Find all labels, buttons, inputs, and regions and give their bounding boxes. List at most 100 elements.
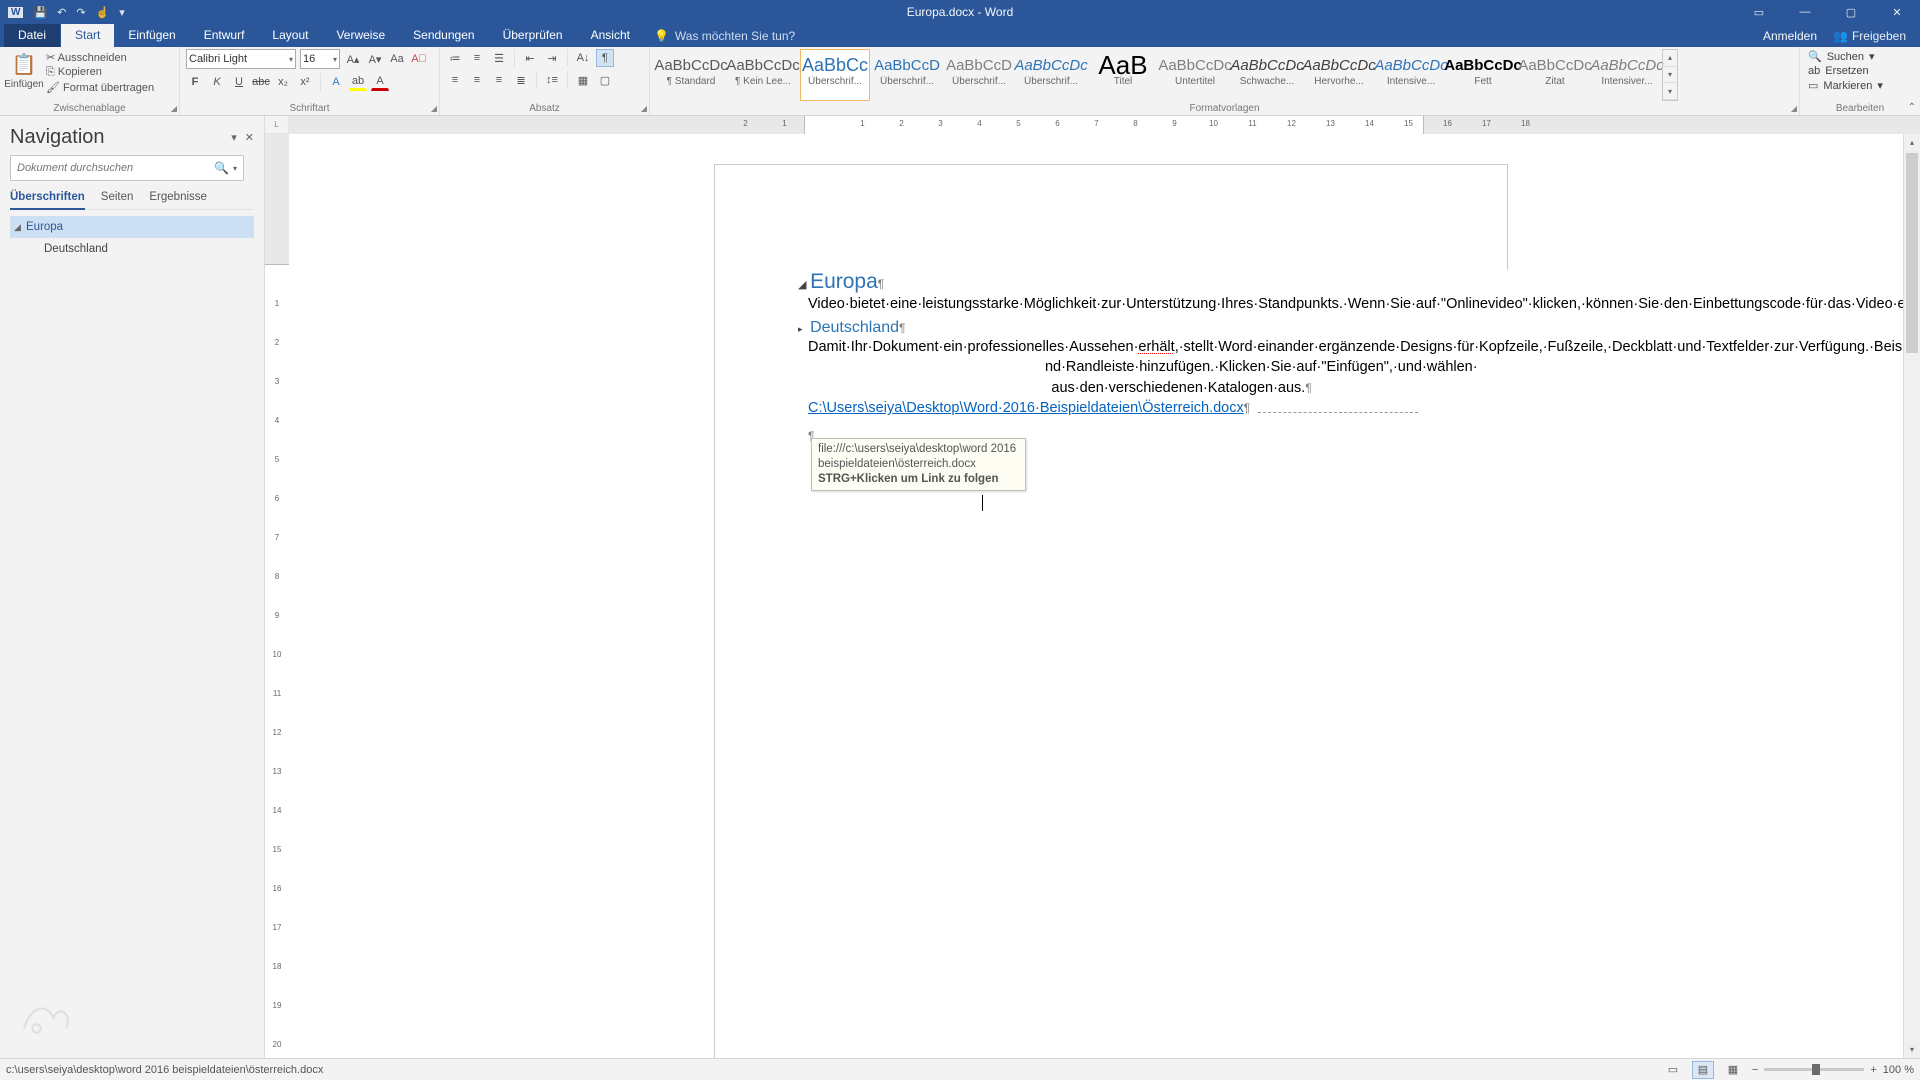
shading-icon[interactable]: ▦ [574,71,592,89]
style-tile[interactable]: AaBbCcDcFett [1448,49,1518,101]
multilevel-icon[interactable]: ☰ [490,49,508,67]
tab-start[interactable]: Start [61,24,114,47]
print-layout-icon[interactable]: ▤ [1692,1061,1714,1079]
align-right-icon[interactable]: ≡ [490,71,508,89]
tell-me-search[interactable]: 💡 Was möchten Sie tun? [654,29,795,47]
close-button[interactable]: ✕ [1874,0,1920,24]
search-dropdown-icon[interactable]: ▾ [233,164,237,173]
style-tile[interactable]: AaBbCcDcÜberschrif... [1016,49,1086,101]
style-tile[interactable]: AaBbCcDcSchwache... [1232,49,1302,101]
styles-expand-icon[interactable]: ▾ [1663,83,1677,100]
share-button[interactable]: 👥Freigeben [1833,29,1906,43]
cut-button[interactable]: ✂ Ausschneiden [46,51,154,64]
heading-2[interactable]: Deutschland¶ [810,319,905,336]
style-tile[interactable]: AaBbCcDcIntensive... [1376,49,1446,101]
align-left-icon[interactable]: ≡ [446,71,464,89]
tab-mailings[interactable]: Sendungen [399,24,488,47]
ribbon-display-options-icon[interactable]: ▭ [1736,0,1782,24]
styles-dialog-launcher[interactable]: ◢ [1791,104,1797,113]
tab-review[interactable]: Überprüfen [489,24,577,47]
zoom-in-icon[interactable]: + [1870,1064,1876,1076]
hyperlink[interactable]: C:\Users\seiya\Desktop\Word·2016·Beispie… [808,398,1244,416]
zoom-level[interactable]: 100 % [1883,1064,1914,1076]
qat-more-icon[interactable]: ▾ [119,6,125,19]
nav-close-icon[interactable]: ✕ [245,131,254,144]
collapse-heading-icon[interactable]: ▸ [798,324,804,335]
scroll-down-icon[interactable]: ▾ [1904,1041,1920,1058]
styles-row-up-icon[interactable]: ▴ [1663,50,1677,67]
font-color-icon[interactable]: A [371,73,389,91]
highlight-icon[interactable]: ab [349,73,367,91]
collapse-icon[interactable]: ◢ [14,222,26,233]
tab-insert[interactable]: Einfügen [114,24,189,47]
qat-save-icon[interactable]: 💾 [33,6,47,19]
styles-gallery[interactable]: AaBbCcDc¶ StandardAaBbCcDc¶ Kein Lee...A… [656,49,1662,101]
strikethrough-icon[interactable]: abc [252,73,270,91]
bullets-icon[interactable]: ≔ [446,49,464,67]
decrease-indent-icon[interactable]: ⇤ [521,49,539,67]
style-tile[interactable]: AaBTitel [1088,49,1158,101]
scrollbar-track[interactable] [1904,151,1920,1041]
nav-tab-results[interactable]: Ergebnisse [149,191,207,205]
format-painter-button[interactable]: 🖌 Format übertragen [46,81,154,94]
styles-gallery-more[interactable]: ▴ ▾ ▾ [1662,49,1678,101]
grow-font-icon[interactable]: A▴ [344,50,362,68]
style-tile[interactable]: AaBbCcDcUntertitel [1160,49,1230,101]
line-spacing-icon[interactable]: ↕≡ [543,71,561,89]
vertical-ruler[interactable]: 12 34 56 78 910 1112 1314 1516 1718 1920 [265,134,289,1058]
change-case-icon[interactable]: Aa [388,50,406,68]
font-size-combo[interactable]: 16▾ [300,49,340,69]
zoom-slider[interactable] [1764,1068,1864,1071]
increase-indent-icon[interactable]: ⇥ [543,49,561,67]
underline-icon[interactable]: U [230,73,248,91]
nav-search-input[interactable] [17,162,214,174]
bold-icon[interactable]: F [186,73,204,91]
style-tile[interactable]: AaBbCcDÜberschrif... [872,49,942,101]
style-tile[interactable]: AaBbCcDcIntensiver... [1592,49,1662,101]
read-mode-icon[interactable]: ▭ [1662,1061,1684,1079]
tab-references[interactable]: Verweise [322,24,399,47]
scroll-up-icon[interactable]: ▴ [1904,134,1920,151]
style-tile[interactable]: AaBbCcDcHervorhe... [1304,49,1374,101]
qat-touch-icon[interactable]: ☝ [96,6,110,19]
scrollbar-thumb[interactable] [1906,153,1918,353]
select-button[interactable]: ▭Markieren ▾ [1806,78,1914,93]
style-tile[interactable]: AaBbCcÜberschrif... [800,49,870,101]
clipboard-dialog-launcher[interactable]: ◢ [171,104,177,113]
tab-view[interactable]: Ansicht [577,24,644,47]
replace-button[interactable]: abErsetzen [1806,64,1914,78]
nav-dropdown-icon[interactable]: ▾ [231,131,237,144]
style-tile[interactable]: AaBbCcDc¶ Kein Lee... [728,49,798,101]
align-center-icon[interactable]: ≡ [468,71,486,89]
minimize-button[interactable]: — [1782,0,1828,24]
clear-formatting-icon[interactable]: A⃠ [410,50,428,68]
nav-item-deutschland[interactable]: Deutschland [10,238,254,260]
body-paragraph-2[interactable]: Damit·Ihr·Dokument·ein·professionelles·A… [808,337,1548,399]
subscript-icon[interactable]: x₂ [274,73,292,91]
qat-redo-icon[interactable]: ↷ [76,6,85,19]
tab-design[interactable]: Entwurf [190,24,259,47]
borders-icon[interactable]: ▢ [596,71,614,89]
justify-icon[interactable]: ≣ [512,71,530,89]
tab-file[interactable]: Datei [4,24,60,47]
web-layout-icon[interactable]: ▦ [1722,1061,1744,1079]
nav-tab-pages[interactable]: Seiten [101,191,134,205]
sign-in-link[interactable]: Anmelden [1763,29,1817,43]
horizontal-ruler[interactable]: 211 2345 6789 10111213 1415161718 [289,116,1920,134]
vertical-scrollbar[interactable]: ▴ ▾ [1903,134,1920,1058]
document-canvas[interactable]: ◢ Europa¶ Video·bietet·eine·leistungssta… [289,134,1903,1058]
font-dialog-launcher[interactable]: ◢ [431,104,437,113]
show-marks-icon[interactable]: ¶ [596,49,614,67]
nav-search-box[interactable]: 🔍 ▾ [10,155,244,181]
superscript-icon[interactable]: x² [296,73,314,91]
style-tile[interactable]: AaBbCcDcZitat [1520,49,1590,101]
copy-button[interactable]: ⎘ Kopieren [46,66,154,79]
zoom-out-icon[interactable]: − [1752,1064,1758,1076]
find-button[interactable]: 🔍Suchen ▾ [1806,49,1914,64]
italic-icon[interactable]: K [208,73,226,91]
tab-layout[interactable]: Layout [258,24,322,47]
style-tile[interactable]: AaBbCcDÜberschrif... [944,49,1014,101]
paragraph-dialog-launcher[interactable]: ◢ [641,104,647,113]
font-name-combo[interactable]: Calibri Light▾ [186,49,296,69]
nav-tab-headings[interactable]: Überschriften [10,191,85,210]
